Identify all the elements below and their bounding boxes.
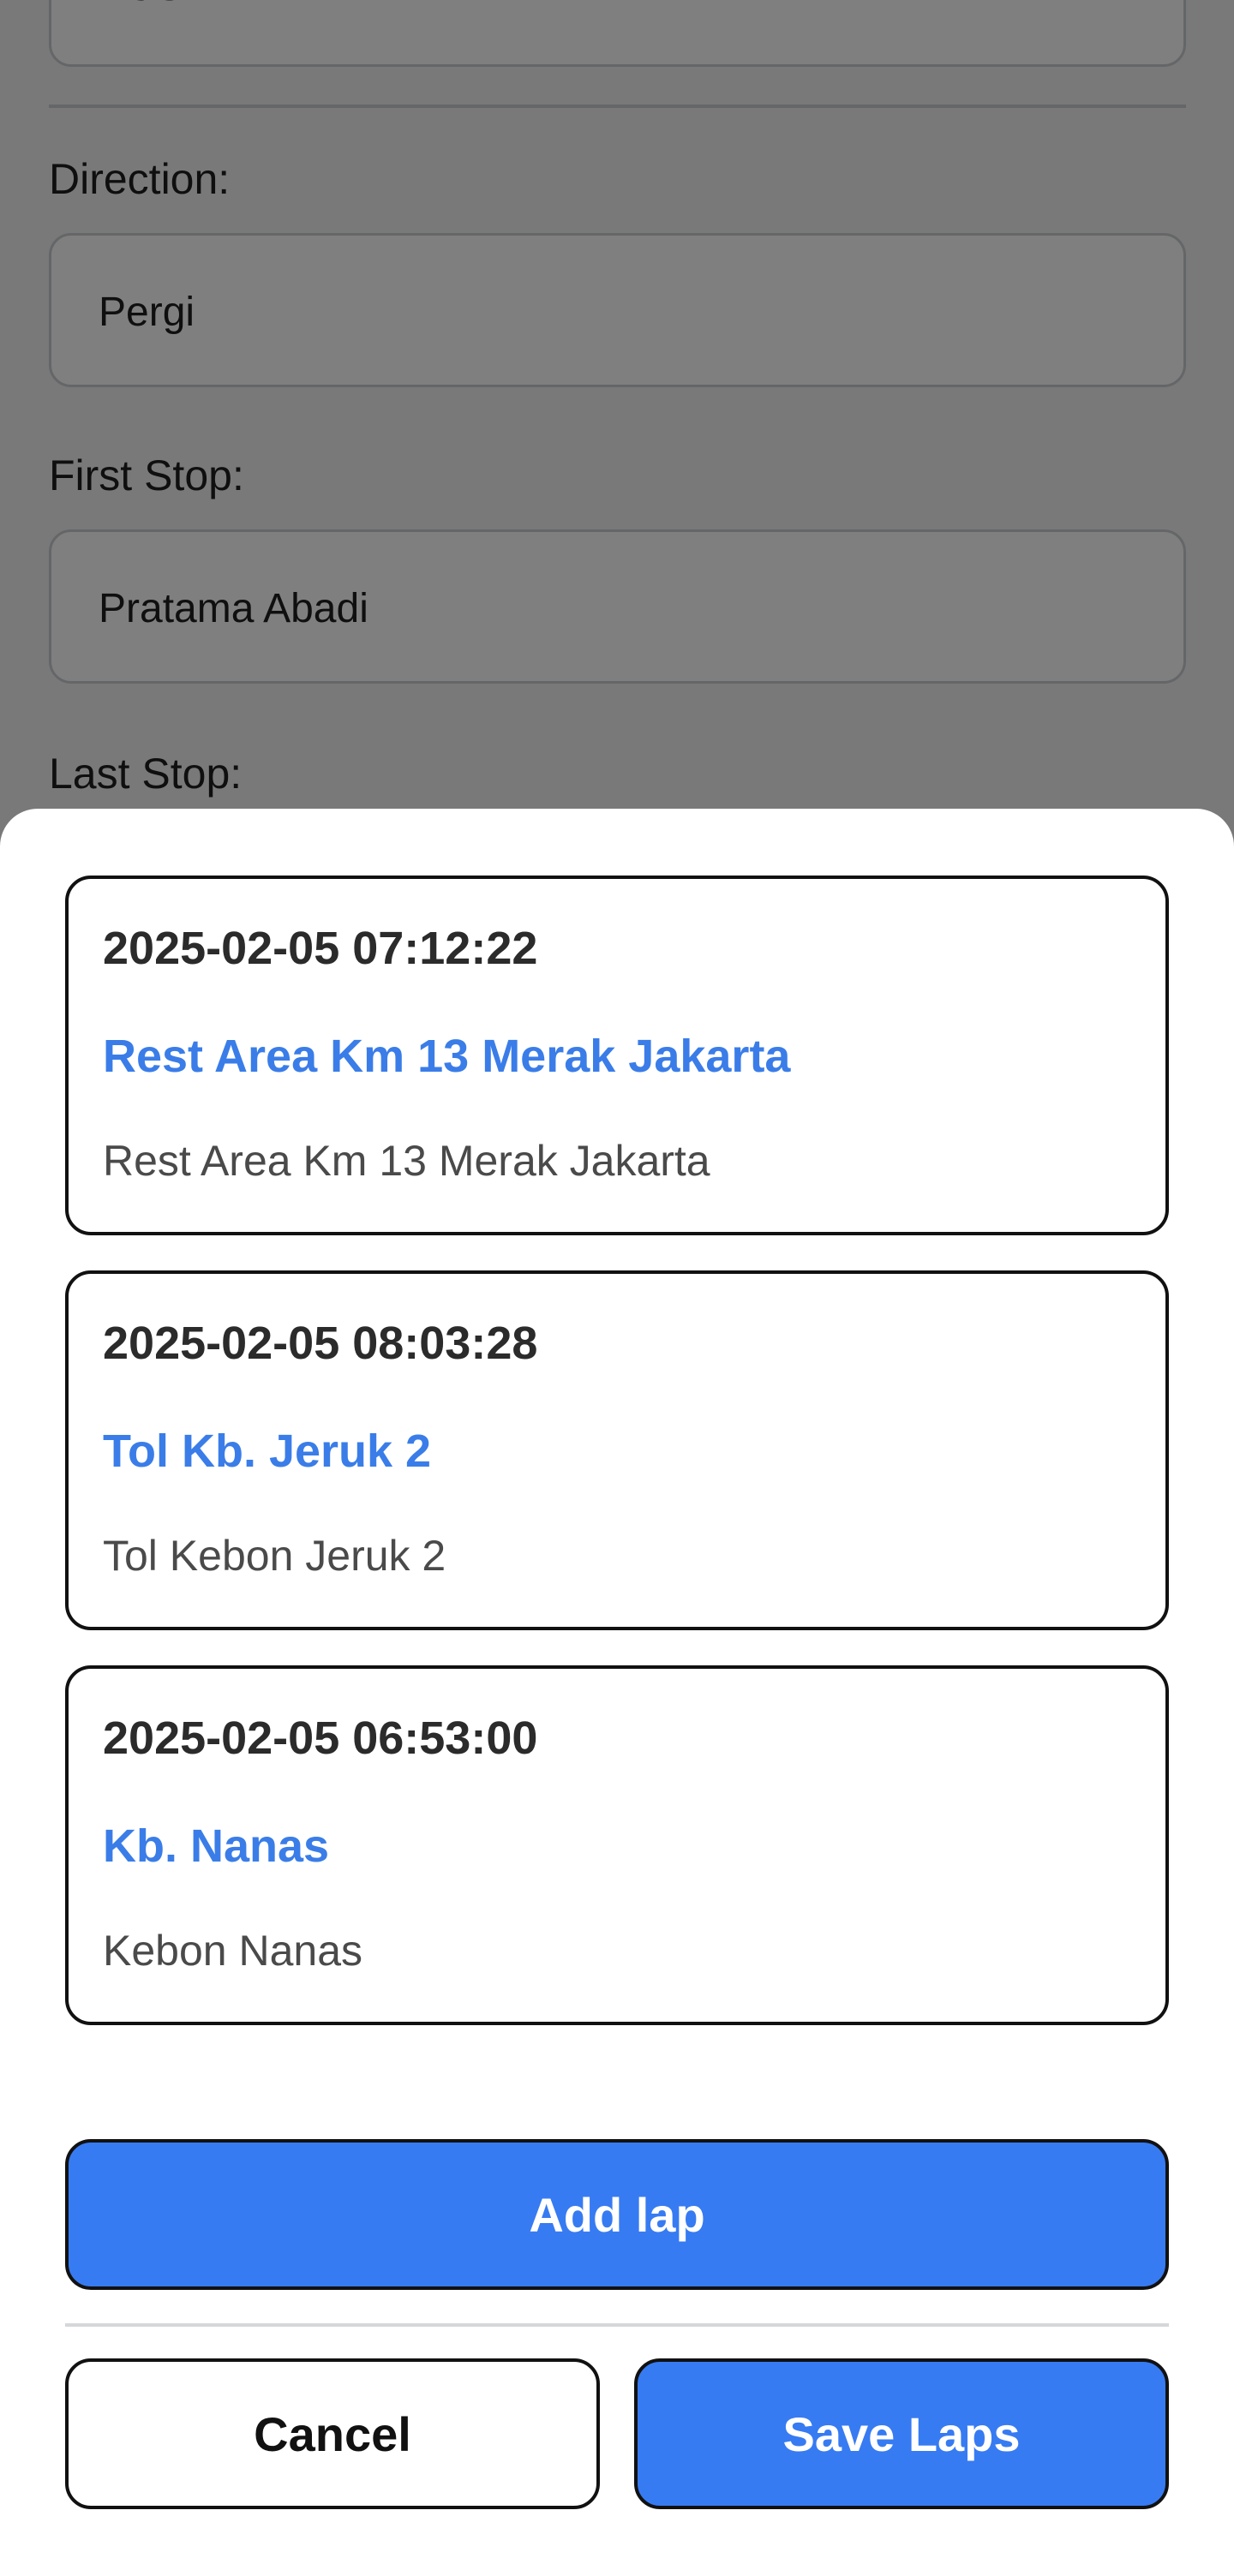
lap-time: 2025-02-05 08:03:28 (103, 1318, 538, 1369)
app-screen: BUS Direction: Pergi First Stop: Pratama… (0, 0, 1234, 2576)
add-lap-button[interactable]: Add lap (65, 2139, 1169, 2290)
cancel-button[interactable]: Cancel (65, 2358, 600, 2509)
laps-bottom-sheet: 2025-02-05 07:12:22 Rest Area Km 13 Mera… (0, 809, 1234, 2576)
lap-description: Kebon Nanas (103, 1927, 363, 1975)
sheet-divider (65, 2323, 1169, 2327)
lap-card[interactable]: 2025-02-05 07:12:22 Rest Area Km 13 Mera… (65, 876, 1169, 1235)
save-laps-button[interactable]: Save Laps (634, 2358, 1169, 2509)
lap-name: Rest Area Km 13 Merak Jakarta (103, 1031, 791, 1082)
lap-time: 2025-02-05 07:12:22 (103, 923, 538, 974)
lap-card[interactable]: 2025-02-05 06:53:00 Kb. Nanas Kebon Nana… (65, 1665, 1169, 2025)
lap-card[interactable]: 2025-02-05 08:03:28 Tol Kb. Jeruk 2 Tol … (65, 1270, 1169, 1630)
lap-description: Rest Area Km 13 Merak Jakarta (103, 1137, 710, 1185)
lap-name: Tol Kb. Jeruk 2 (103, 1425, 432, 1477)
lap-time: 2025-02-05 06:53:00 (103, 1712, 538, 1764)
lap-description: Tol Kebon Jeruk 2 (103, 1532, 446, 1580)
lap-name: Kb. Nanas (103, 1820, 330, 1872)
